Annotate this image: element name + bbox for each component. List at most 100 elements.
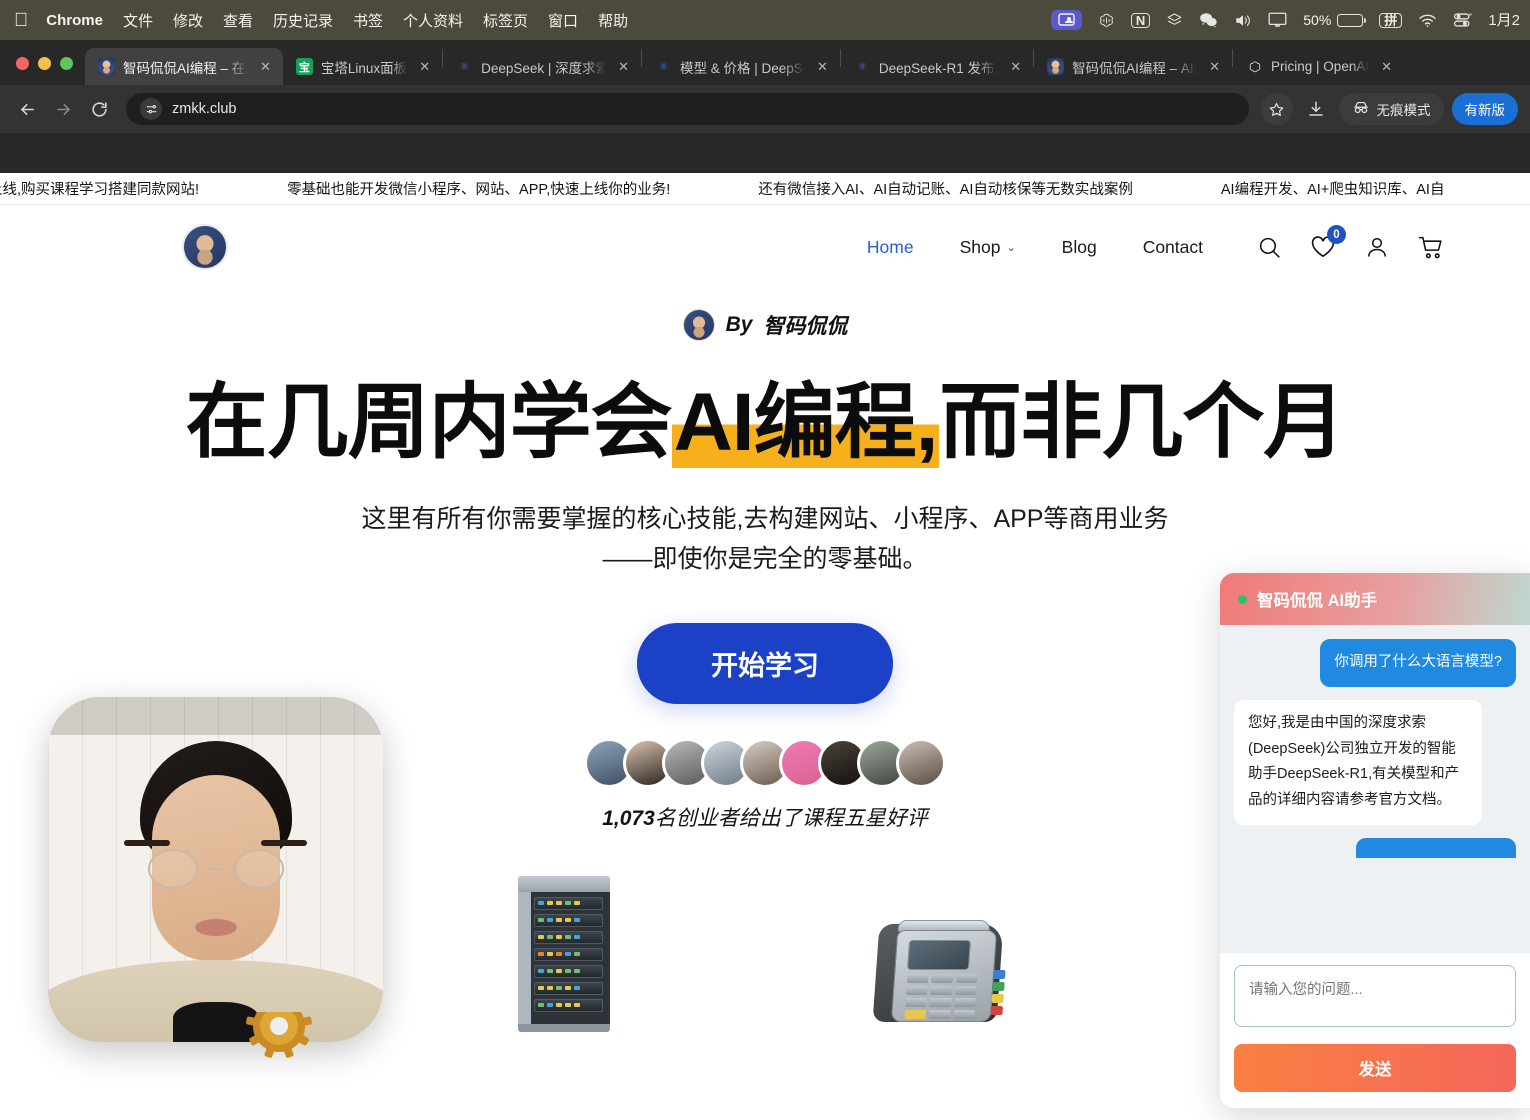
menu-item-view[interactable]: 查看 [223, 10, 253, 31]
site-logo-avatar[interactable] [182, 224, 228, 270]
forward-arrow-icon[interactable] [48, 94, 78, 124]
bt-panel-favicon-icon: 宝 [295, 58, 313, 75]
chat-message-assistant: 您好,我是由中国的深度求索(DeepSeek)公司独立开发的智能助手DeepSe… [1234, 699, 1483, 825]
download-icon[interactable] [1301, 94, 1331, 124]
tab-label: Pricing | OpenAI [1271, 59, 1370, 74]
chat-message-user: 你调用了什么大语言模型? [1320, 639, 1516, 687]
webcam-brow-right [261, 840, 307, 846]
close-tab-icon[interactable]: ✕ [1006, 57, 1025, 77]
start-learning-button[interactable]: 开始学习 [637, 622, 893, 704]
display-icon[interactable] [1268, 12, 1287, 28]
site-navigation: Home Shop ⌄ Blog Contact 0 [0, 205, 1530, 289]
browser-tab-7[interactable]: Pricing | OpenAI ✕ [1233, 48, 1404, 85]
menu-item-window[interactable]: 窗口 [548, 10, 578, 31]
hero-byline: By 智码侃侃 [0, 309, 1530, 341]
menu-item-chrome[interactable]: Chrome [46, 12, 103, 29]
presenter-webcam[interactable] [48, 697, 383, 1042]
menu-item-edit[interactable]: 修改 [173, 10, 203, 31]
menu-item-bookmarks[interactable]: 书签 [353, 10, 383, 31]
address-bar[interactable]: zmkk.club [126, 93, 1249, 125]
incognito-label: 无痕模式 [1376, 103, 1431, 118]
battery-status[interactable]: 50% [1303, 12, 1367, 28]
gear-icon [243, 993, 315, 1068]
maximize-window-button[interactable] [60, 57, 73, 70]
browser-tab-5[interactable]: ⚛ DeepSeek-R1 发布, ✕ [841, 48, 1033, 85]
window-controls[interactable] [6, 57, 85, 85]
menubar-clock[interactable]: 1月2 [1488, 13, 1520, 28]
incognito-icon [1352, 100, 1370, 118]
announcement-1: 上线,购买课程学习搭建同款网站! [0, 182, 200, 198]
nav-label: Home [866, 236, 914, 257]
close-tab-icon[interactable]: ✕ [813, 57, 832, 77]
tab-strip: 智码侃侃AI编程 – 在几 ✕ 宝 宝塔Linux面板 ✕ ⚛ DeepSeek… [0, 40, 1530, 85]
heart-icon[interactable]: 0 [1309, 225, 1346, 261]
update-available-button[interactable]: 有新版 [1451, 93, 1518, 125]
incognito-mode-button[interactable]: 无痕模式 [1338, 93, 1444, 125]
apple-icon[interactable]:  [14, 11, 28, 30]
browser-tab-2[interactable]: 宝 宝塔Linux面板 ✕ [283, 48, 442, 85]
close-tab-icon[interactable]: ✕ [256, 57, 275, 77]
layers-icon[interactable] [1166, 12, 1183, 28]
site-settings-icon[interactable] [140, 98, 162, 120]
send-button[interactable]: 发送 [1234, 1044, 1516, 1092]
menu-item-history[interactable]: 历史记录 [273, 10, 333, 31]
close-window-button[interactable] [16, 57, 29, 70]
nav-label: Blog [1061, 236, 1097, 257]
back-arrow-icon[interactable] [12, 94, 42, 124]
browser-tab-4[interactable]: ⚛ 模型 & 价格 | DeepSe ✕ [642, 48, 840, 85]
browser-tab-1[interactable]: 智码侃侃AI编程 – 在几 ✕ [85, 48, 283, 85]
star-icon[interactable] [1260, 93, 1293, 125]
macos-menu-bar:  Chrome 文件 修改 查看 历史记录 书签 个人资料 标签页 窗口 帮助… [0, 0, 1530, 40]
webcam-brow-left [124, 840, 170, 846]
subtitle-line-1: 这里有所有你需要掌握的核心技能,去构建网站、小程序、APP等商用业务 [361, 504, 1169, 533]
deepseek-favicon-icon: ⚛ [459, 61, 470, 73]
menu-item-file[interactable]: 文件 [123, 10, 153, 31]
minimize-window-button[interactable] [38, 57, 51, 70]
browser-tab-6[interactable]: 智码侃侃AI编程 – AI编 ✕ [1034, 48, 1232, 85]
avatar-favicon-icon [1047, 58, 1065, 75]
headline-pre: 在几周内学会 [185, 377, 673, 468]
close-tab-icon[interactable]: ✕ [1377, 57, 1396, 77]
nav-label: Contact [1142, 236, 1203, 257]
pos-terminal-image[interactable] [862, 914, 1012, 1032]
tab-label: 模型 & 价格 | DeepSe [680, 60, 805, 76]
wechat-icon[interactable] [1199, 12, 1218, 28]
menu-item-profiles[interactable]: 个人资料 [403, 10, 463, 31]
browser-toolbar: zmkk.club 无痕模式 有新版 [0, 85, 1530, 133]
byline-avatar [682, 309, 715, 341]
screen-share-icon[interactable] [1050, 10, 1082, 30]
wifi-icon[interactable] [1418, 13, 1437, 28]
search-icon[interactable] [1255, 233, 1283, 261]
online-status-icon [1238, 594, 1247, 604]
menu-item-help[interactable]: 帮助 [598, 10, 628, 31]
nav-link-contact[interactable]: Contact [1143, 237, 1203, 258]
close-tab-icon[interactable]: ✕ [1205, 57, 1224, 77]
chat-title: 智码侃侃 AI助手 [1257, 592, 1378, 610]
close-tab-icon[interactable]: ✕ [415, 57, 434, 77]
input-method-icon[interactable]: 拼 [1379, 12, 1403, 28]
cart-icon[interactable] [1417, 233, 1445, 261]
nav-link-home[interactable]: Home [867, 237, 914, 258]
byline-prefix: By [725, 313, 753, 336]
browser-tab-3[interactable]: ⚛ DeepSeek | 深度求索 ✕ [443, 48, 641, 85]
chat-input[interactable] [1234, 965, 1516, 1027]
chevron-down-icon: ⌄ [1006, 241, 1016, 254]
user-icon[interactable] [1363, 233, 1391, 261]
nav-link-shop[interactable]: Shop ⌄ [960, 237, 1016, 258]
deepseek-favicon-icon: ⚛ [857, 61, 868, 73]
announcement-3: 还有微信接入AI、AI自动记账、AI自动核保等无数实战案例 [758, 182, 1133, 198]
volume-icon[interactable] [1234, 13, 1252, 28]
server-rack-image[interactable] [518, 875, 610, 1032]
avatar [896, 737, 946, 788]
nav-link-blog[interactable]: Blog [1062, 237, 1097, 258]
announcement-bar: 上线,购买课程学习搭建同款网站! 零基础也能开发微信小程序、网站、APP,快速上… [0, 173, 1530, 205]
reload-icon[interactable] [84, 94, 114, 124]
notion-icon[interactable]: N [1130, 12, 1151, 28]
menu-item-tabs[interactable]: 标签页 [483, 10, 528, 31]
control-center-icon[interactable] [1453, 12, 1473, 28]
chat-messages: 你调用了什么大语言模型? 您好,我是由中国的深度求索(DeepSeek)公司独立… [1220, 625, 1530, 953]
chat-header: 智码侃侃 AI助手 [1220, 573, 1530, 625]
tab-label: 智码侃侃AI编程 – AI编 [1072, 60, 1198, 76]
close-tab-icon[interactable]: ✕ [614, 57, 633, 77]
openai-icon[interactable] [1098, 12, 1115, 29]
